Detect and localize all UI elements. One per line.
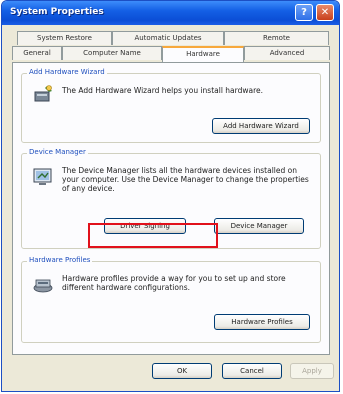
tab-remote[interactable]: Remote	[224, 31, 329, 45]
hardware-wizard-icon	[32, 84, 54, 106]
help-button[interactable]: ?	[295, 4, 313, 21]
tab-hardware[interactable]: Hardware	[162, 46, 244, 62]
add-hardware-description: The Add Hardware Wizard helps you instal…	[62, 86, 264, 95]
hardware-profiles-description: Hardware profiles provide a way for you …	[62, 274, 286, 292]
device-manager-button[interactable]: Device Manager	[214, 218, 304, 234]
apply-button[interactable]: Apply	[290, 363, 334, 379]
hardware-profiles-legend: Hardware Profiles	[27, 256, 93, 264]
tab-advanced[interactable]: Advanced	[244, 46, 330, 60]
close-button[interactable]: ✕	[316, 4, 334, 21]
add-hardware-group: Add Hardware Wizard The Add Hardware Wiz…	[21, 68, 321, 143]
tab-computer-name[interactable]: Computer Name	[62, 46, 162, 60]
device-manager-description: The Device Manager lists all the hardwar…	[62, 166, 309, 193]
device-manager-icon	[32, 166, 54, 188]
add-hardware-wizard-button[interactable]: Add Hardware Wizard	[212, 118, 310, 134]
device-manager-legend: Device Manager	[27, 148, 88, 156]
title-bar[interactable]: System Properties ? ✕	[2, 1, 339, 25]
hardware-profiles-group: Hardware Profiles Hardware profiles prov…	[21, 256, 321, 343]
system-properties-window: System Properties ? ✕ System Restore Aut…	[1, 0, 340, 392]
tab-system-restore[interactable]: System Restore	[17, 31, 112, 45]
add-hardware-legend: Add Hardware Wizard	[27, 68, 107, 76]
driver-signing-highlight	[88, 223, 218, 248]
hardware-tab-panel: Add Hardware Wizard The Add Hardware Wiz…	[12, 62, 330, 355]
hardware-profiles-icon	[32, 274, 54, 296]
cancel-button[interactable]: Cancel	[222, 363, 282, 379]
tab-general[interactable]: General	[12, 46, 62, 60]
tab-automatic-updates[interactable]: Automatic Updates	[112, 31, 224, 45]
window-title: System Properties	[10, 7, 104, 17]
ok-button[interactable]: OK	[152, 363, 212, 379]
hardware-profiles-button[interactable]: Hardware Profiles	[214, 314, 310, 330]
